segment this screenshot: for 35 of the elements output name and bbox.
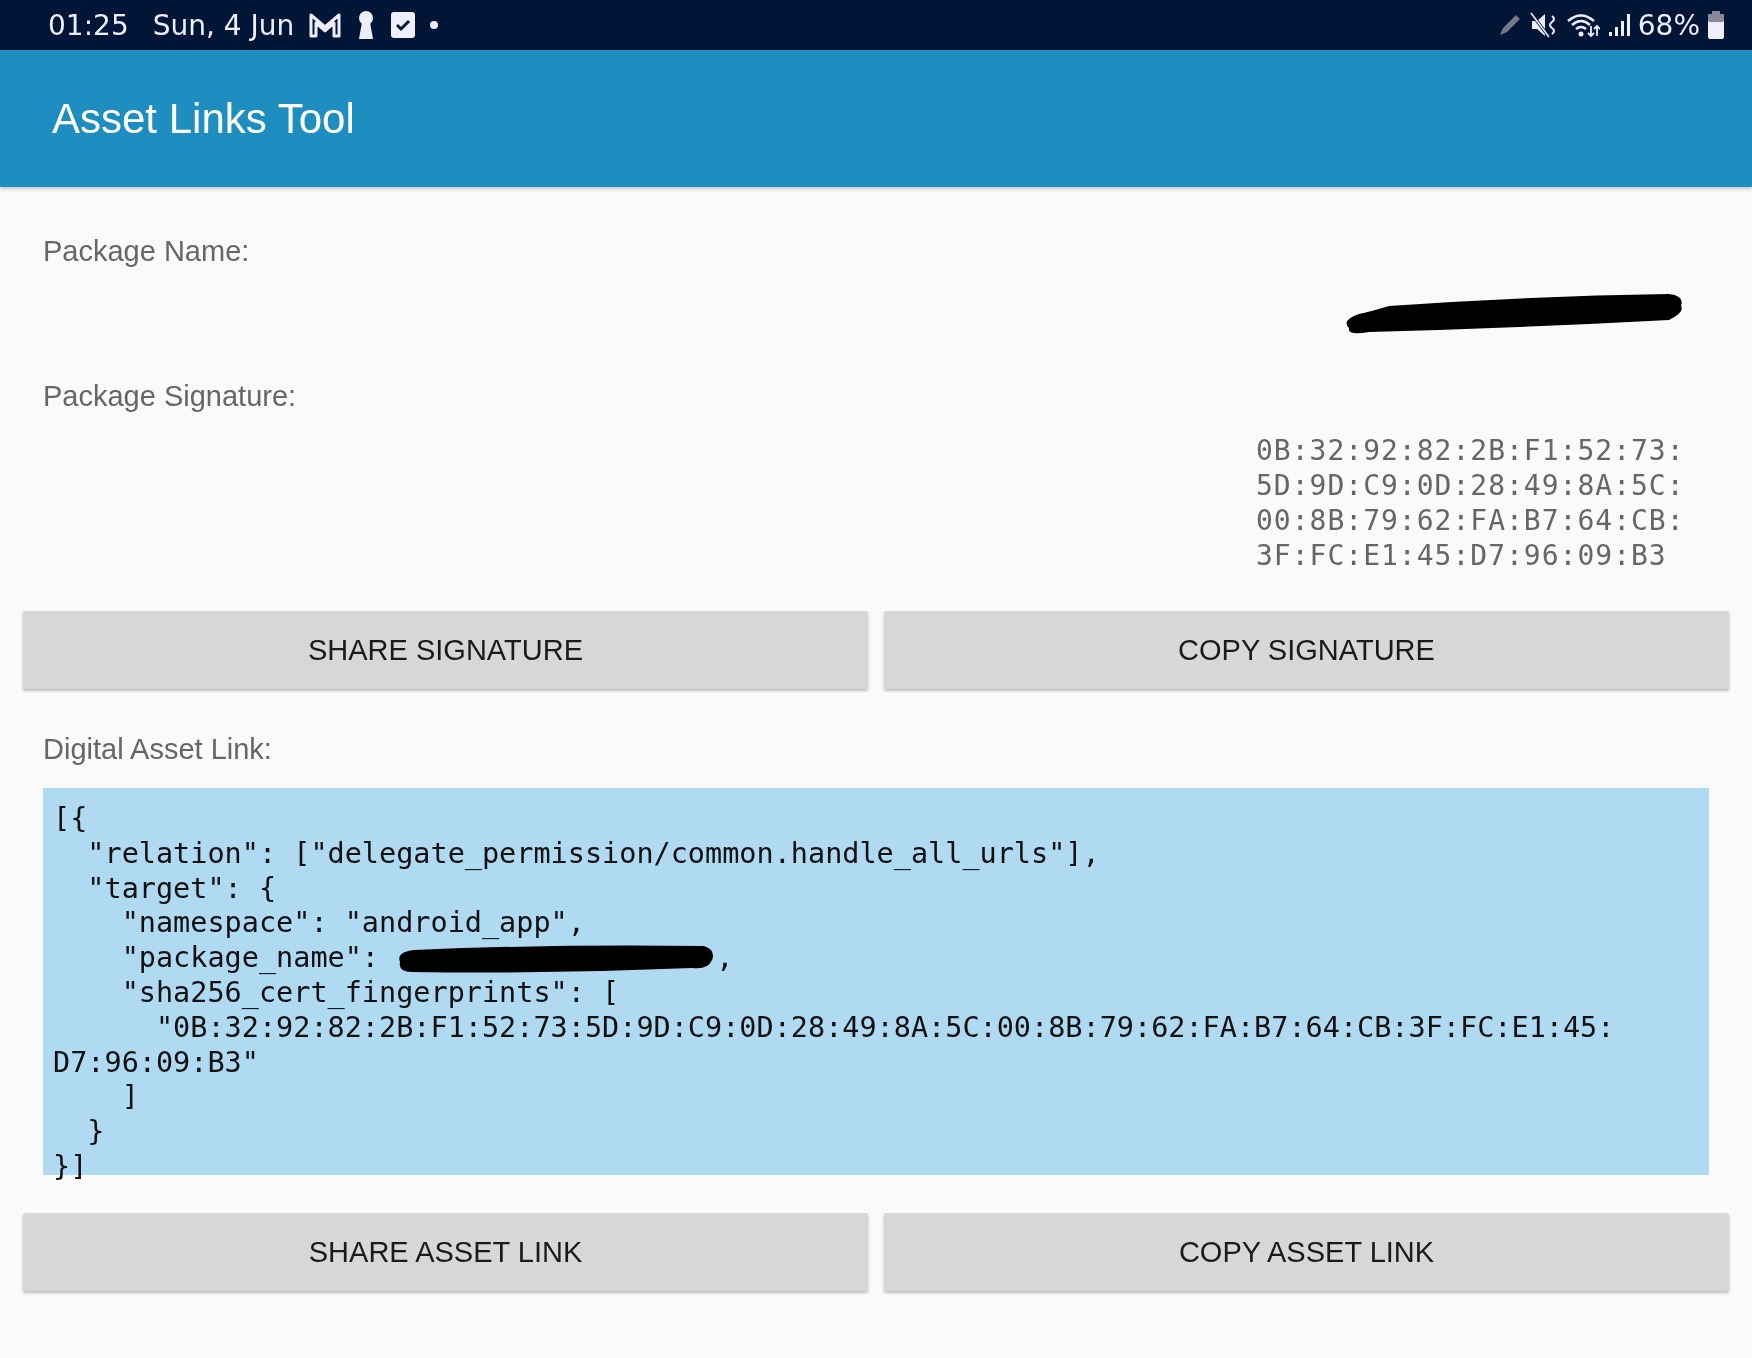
code-line: "sha256_cert_fingerprints": [ xyxy=(120,976,621,1011)
pencil-icon xyxy=(1497,13,1522,37)
code-line: "relation": ["delegate_permission/common.handle_all_urls"], xyxy=(86,836,1101,872)
mail-icon xyxy=(308,12,343,38)
signature-text: 5D:9D:C9:0D:28:49:8A:5C: xyxy=(1256,468,1686,503)
field-label: Package Name: xyxy=(42,235,251,268)
mute-icon xyxy=(1529,12,1558,38)
code-line: , xyxy=(716,941,734,976)
signature-text: 0B:32:92:82:2B:F1:52:73: xyxy=(1256,433,1686,468)
battery-icon xyxy=(1708,11,1724,39)
signature-text: 3F:FC:E1:45:D7:96:09:B3 xyxy=(1256,538,1668,573)
code-line: D7:96:09:B3" xyxy=(53,1045,260,1081)
copy-button[interactable]: COPY ASSET LINK xyxy=(884,1213,1729,1291)
status-date: Sun, 4 Jun xyxy=(152,8,295,42)
signature-text: 00:8B:79:62:FA:B7:64:CB: xyxy=(1256,503,1686,538)
signal-icon xyxy=(1607,13,1630,37)
code-line: "package_name": xyxy=(120,941,380,976)
share-button[interactable]: SHARE ASSET LINK xyxy=(23,1213,868,1291)
code-line: ] xyxy=(120,1080,140,1116)
code-line: "0B:32:92:82:2B:F1:52:73:5D:9D:C9:0D:28:49:8A:5C:00:8B:79:62:FA:B7:64:CB:3F:FC:E1:45: xyxy=(154,1010,1616,1046)
copy-button[interactable]: COPY SIGNATURE xyxy=(884,611,1729,689)
code-line: [{ xyxy=(53,802,89,837)
field-label: Package Signature: xyxy=(42,380,298,413)
dot-icon xyxy=(430,21,439,29)
code-line: } xyxy=(86,1115,106,1150)
code-line: "target": { xyxy=(86,871,278,907)
share-button[interactable]: SHARE SIGNATURE xyxy=(23,611,868,689)
app-title: Asset Links Tool xyxy=(52,94,355,143)
status-time: 01:25 xyxy=(48,8,129,42)
code-line: }] xyxy=(53,1149,89,1185)
battery-percent: 68% xyxy=(1637,8,1700,42)
wifi-icon xyxy=(1565,12,1600,38)
checkbox-icon xyxy=(390,11,417,39)
field-label: Digital Asset Link: xyxy=(42,733,273,766)
code-line: "namespace": "android_app", xyxy=(120,906,586,942)
